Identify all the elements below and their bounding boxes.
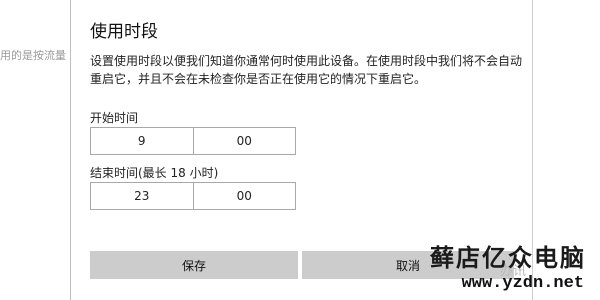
end-time-label: 结束时间(最长 18 小时): [90, 166, 219, 180]
dialog-description: 设置使用时段以便我们知道你通常何时使用此设备。在使用时段中我们将不会自动重启它，…: [90, 54, 523, 86]
save-button[interactable]: 保存: [90, 251, 298, 279]
cancel-button[interactable]: 取消: [302, 251, 514, 279]
start-minute-field[interactable]: 00: [192, 128, 296, 154]
end-minute-field[interactable]: 00: [192, 183, 296, 209]
start-hour-field[interactable]: 9: [91, 128, 193, 154]
background-settings-text: 用的是按流量: [0, 49, 66, 62]
active-hours-dialog: 使用时段 设置使用时段以便我们知道你通常何时使用此设备。在使用时段中我们将不会自…: [71, 0, 532, 300]
dialog-border-right: [532, 0, 533, 300]
end-hour-field[interactable]: 23: [91, 183, 193, 209]
dialog-title: 使用时段: [90, 22, 158, 42]
start-time-label: 开始时间: [90, 111, 139, 125]
end-time-picker[interactable]: 23 00: [90, 182, 296, 210]
start-time-picker[interactable]: 9 00: [90, 127, 296, 155]
